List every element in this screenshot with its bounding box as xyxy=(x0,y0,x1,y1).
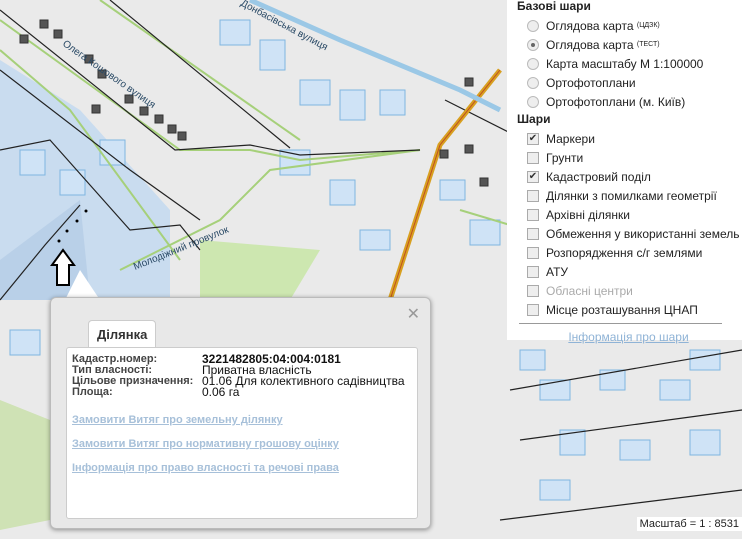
base-layer-label: Оглядова карта xyxy=(546,37,634,52)
checkbox[interactable] xyxy=(527,208,539,221)
base-layer-label: Ортофотоплани (м. Київ) xyxy=(546,94,686,109)
overlay-layer-option[interactable]: АТУ xyxy=(515,262,742,281)
ownership-info-link[interactable]: Інформація про право власності та речові… xyxy=(72,462,412,474)
parcel-popup: ✕ Ділянка Кадастр.номер: 3221482805:04:00… xyxy=(50,297,431,529)
overlay-layer-label: Ділянки з помилками геометрії xyxy=(546,188,717,203)
overlay-layer-label: Кадастровий поділ xyxy=(546,169,651,184)
scale-readout: Масштаб = 1 : 8531 xyxy=(636,517,742,531)
radio-button[interactable] xyxy=(527,76,539,89)
overlay-layer-label: Маркери xyxy=(546,131,595,146)
overlay-layer-option[interactable]: ✔ Маркери xyxy=(515,129,742,148)
radio-button[interactable] xyxy=(527,57,539,70)
field-label: Площа: xyxy=(72,386,113,398)
checkbox[interactable] xyxy=(527,284,539,297)
checkbox[interactable] xyxy=(527,246,539,259)
checkbox[interactable] xyxy=(527,303,539,316)
overlay-layer-option[interactable]: Грунти xyxy=(515,148,742,167)
layer-panel: Базові шари Оглядова карта (ЦДЗК) Оглядов… xyxy=(507,0,742,344)
base-layers-title: Базові шари xyxy=(517,0,591,13)
overlay-layer-label: Обласні центри xyxy=(546,283,633,298)
overlay-layer-option[interactable]: Архівні ділянки xyxy=(515,205,742,224)
tab-parcel[interactable]: Ділянка xyxy=(88,320,156,348)
radio-button[interactable] xyxy=(527,19,539,32)
base-layer-option[interactable]: Карта масштабу М 1:100000 xyxy=(515,54,742,73)
close-icon[interactable]: ✕ xyxy=(407,304,420,324)
overlay-layer-option[interactable]: ✔ Кадастровий поділ xyxy=(515,167,742,186)
checkbox[interactable]: ✔ xyxy=(527,170,539,183)
radio-button[interactable] xyxy=(527,95,539,108)
radio-button[interactable] xyxy=(527,38,539,51)
base-layer-option[interactable]: Оглядова карта (ЦДЗК) xyxy=(515,16,742,35)
base-layer-option[interactable]: Ортофотоплани (м. Київ) xyxy=(515,92,742,111)
order-extract-link[interactable]: Замовити Витяг про земельну ділянку xyxy=(72,414,412,426)
checkbox[interactable]: ✔ xyxy=(527,132,539,145)
base-layer-option[interactable]: Ортофотоплани xyxy=(515,73,742,92)
parcel-info-pane: Кадастр.номер: 3221482805:04:004:0181 Тип … xyxy=(66,347,418,519)
checkbox[interactable] xyxy=(527,227,539,240)
overlay-layer-label: АТУ xyxy=(546,264,569,279)
checkbox[interactable] xyxy=(527,189,539,202)
field-value: 0.06 га xyxy=(202,385,240,399)
order-valuation-link[interactable]: Замовити Витяг про нормативну грошову оц… xyxy=(72,438,412,450)
base-layer-sup: (ЦДЗК) xyxy=(636,22,660,29)
base-layer-option[interactable]: Оглядова карта (ТЕСТ) xyxy=(515,35,742,54)
overlay-layer-label: Розпорядження с/г землями xyxy=(546,245,703,260)
overlay-layer-label: Обмеження у використанні земель xyxy=(546,226,740,241)
base-layer-sup: (ТЕСТ) xyxy=(636,41,660,48)
overlay-layer-option[interactable]: Місце розташування ЦНАП xyxy=(515,300,742,319)
checkbox[interactable] xyxy=(527,151,539,164)
overlay-layer-option[interactable]: Розпорядження с/г землями xyxy=(515,243,742,262)
base-layer-label: Оглядова карта xyxy=(546,18,634,33)
overlay-layer-label: Архівні ділянки xyxy=(546,207,630,222)
layers-info-link[interactable]: Інформація про шари xyxy=(515,330,742,344)
overlay-layer-option[interactable]: Ділянки з помилками геометрії xyxy=(515,186,742,205)
overlay-layer-label: Грунти xyxy=(546,150,584,165)
overlay-layer-option[interactable]: Обмеження у використанні земель xyxy=(515,224,742,243)
base-layer-label: Ортофотоплани xyxy=(546,75,636,90)
checkbox[interactable] xyxy=(527,265,539,278)
divider xyxy=(519,323,722,324)
overlay-layers-title: Шари xyxy=(517,112,551,126)
overlay-layer-option[interactable]: Обласні центри xyxy=(515,281,742,300)
overlay-layer-label: Місце розташування ЦНАП xyxy=(546,302,698,317)
base-layer-label: Карта масштабу М 1:100000 xyxy=(546,56,704,71)
